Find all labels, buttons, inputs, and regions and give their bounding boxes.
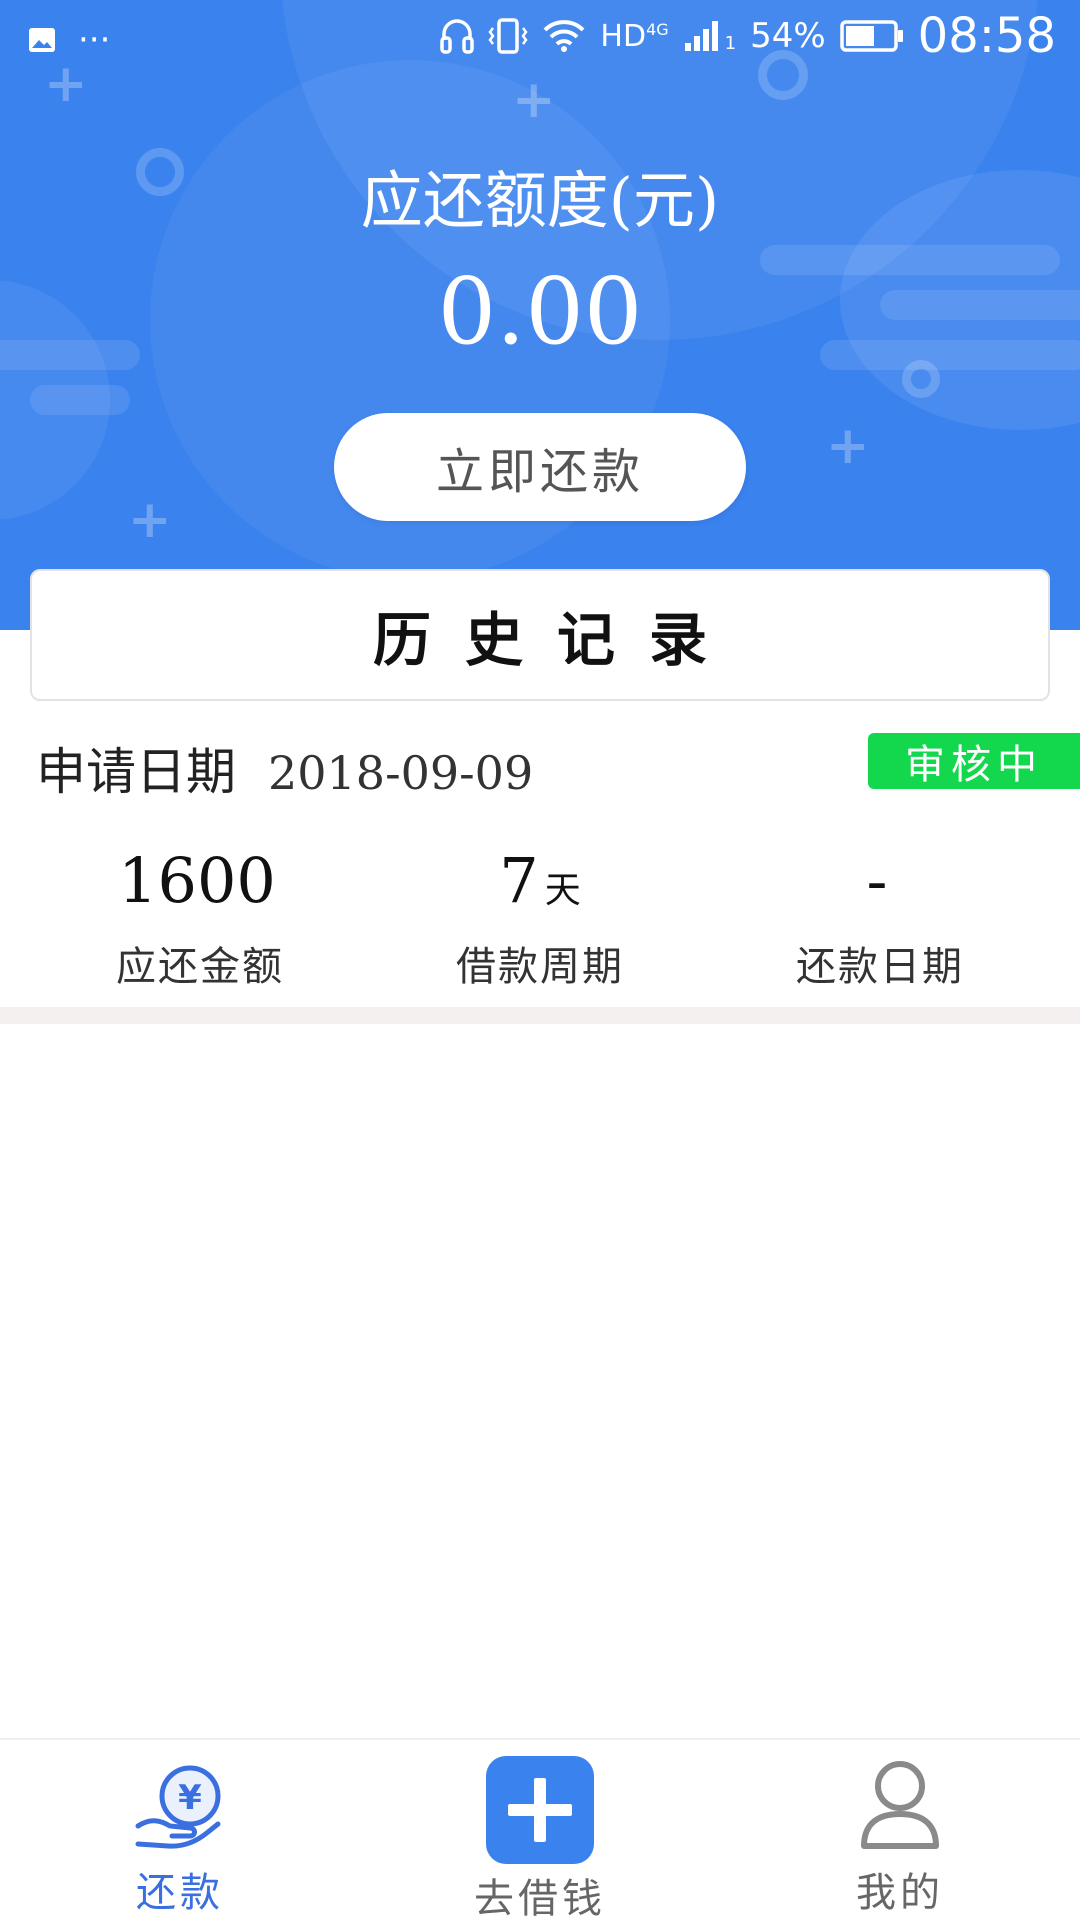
stat-loan-period: 7天 借款周期 <box>360 850 720 992</box>
history-card[interactable]: 历史记录 <box>30 569 1050 701</box>
user-icon <box>861 1761 939 1849</box>
application-date-label: 申请日期 <box>36 743 236 801</box>
stat-value: - <box>866 844 888 917</box>
decor-plus-icon: + <box>512 70 556 130</box>
bottom-nav: ¥ 还款 去借钱 我的 <box>0 1738 1080 1922</box>
section-divider <box>0 1007 1080 1024</box>
loan-record[interactable]: 申请日期 2018-09-09 审核中 1600 应还金额 7天 借款周期 - … <box>0 720 1080 1010</box>
more-dots: ··· <box>78 20 111 60</box>
stat-label: 借款周期 <box>456 944 624 990</box>
nav-profile[interactable]: 我的 <box>720 1740 1080 1922</box>
decor-ring <box>902 360 940 398</box>
vibrate-icon <box>488 18 528 54</box>
decor-plus-icon: + <box>826 416 870 476</box>
sim-slot: 1 <box>724 32 737 54</box>
battery-icon <box>839 20 903 52</box>
stat-label: 应还金额 <box>116 944 284 990</box>
yen-hand-icon: ¥ <box>135 1765 221 1849</box>
headphones-icon <box>440 19 475 54</box>
application-date-value: 2018-09-09 <box>268 746 534 800</box>
history-title: 历史记录 <box>372 606 741 674</box>
network-type: HD4G <box>600 18 669 54</box>
amount-due-value: 0.00 <box>437 258 643 365</box>
nav-repay[interactable]: ¥ 还款 <box>0 1740 360 1922</box>
stat-repay-date: - 还款日期 <box>700 850 1060 992</box>
decor-cloud <box>30 385 130 415</box>
plus-icon <box>486 1756 594 1864</box>
status-bar: ··· HD4G 1 54% 08:58 <box>0 0 1080 72</box>
nav-repay-label: 还款 <box>136 1870 224 1916</box>
application-date: 申请日期 2018-09-09 <box>36 732 533 804</box>
review-status-badge: 审核中 <box>868 733 1080 789</box>
image-icon <box>29 28 55 52</box>
decor-plus-icon: + <box>128 490 172 550</box>
amount-due-label: 应还额度(元) <box>360 164 720 237</box>
wifi-icon <box>543 20 585 52</box>
stat-label: 还款日期 <box>796 944 964 990</box>
svg-text:¥: ¥ <box>178 1778 202 1818</box>
header-banner: + + + + ··· HD4G 1 54% 08:58 应还额度(元) 0.0… <box>0 0 1080 630</box>
battery-percent: 54% <box>750 16 826 56</box>
nav-borrow-label: 去借钱 <box>474 1876 606 1922</box>
stat-value: 7天 <box>499 844 581 917</box>
repay-now-button[interactable]: 立即还款 <box>334 413 746 521</box>
clock-time: 08:58 <box>917 8 1056 64</box>
nav-profile-label: 我的 <box>856 1870 944 1916</box>
nav-borrow[interactable]: 去借钱 <box>360 1740 720 1922</box>
stat-amount-due: 1600 应还金额 <box>20 850 380 992</box>
signal-icon <box>684 21 718 51</box>
stat-value: 1600 <box>118 844 276 917</box>
